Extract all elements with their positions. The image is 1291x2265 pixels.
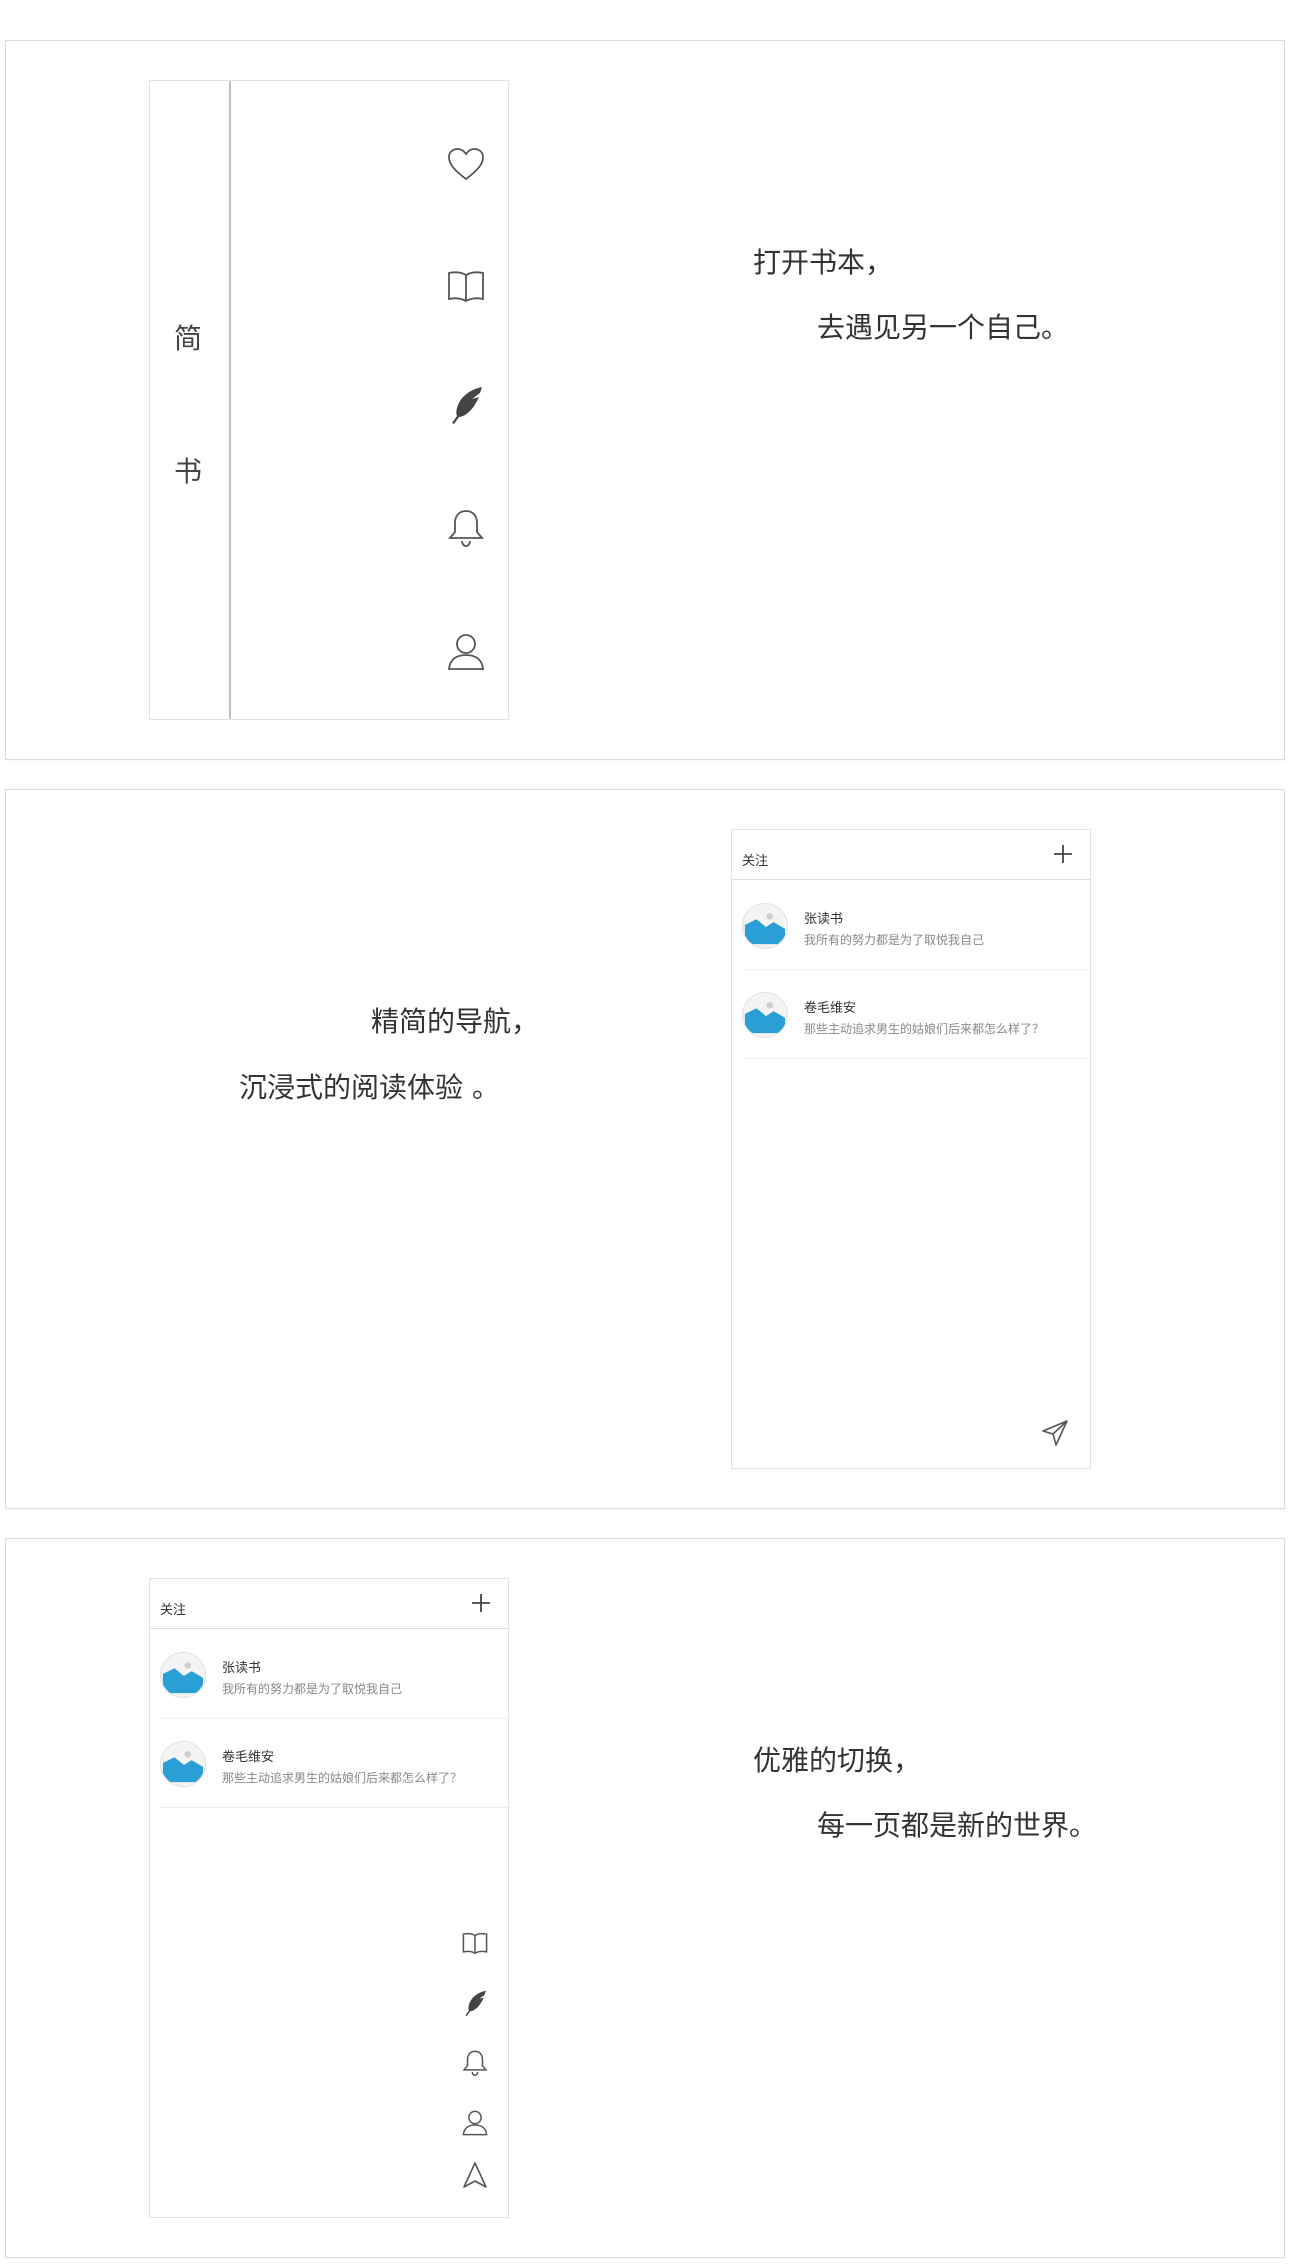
feed-header: 关注 [150,1579,508,1629]
phone-mockup-feed: 关注 张读书 我所有的努力都是为了取悦我自己 卷毛维安 那些主动追求男生的姑娘们… [731,829,1091,1469]
item-excerpt[interactable]: 那些主动追求男生的姑娘们后来都怎么样了？ [222,1769,462,1786]
item-author[interactable]: 张读书 [804,908,843,927]
item-excerpt[interactable]: 我所有的努力都是为了取悦我自己 [804,931,984,948]
item-excerpt[interactable]: 那些主动追求男生的姑娘们后来都怎么样了？ [804,1020,1044,1037]
vertical-title-char: 书 [174,455,203,488]
book-icon[interactable] [444,264,488,308]
feed-title: 关注 [160,1603,187,1618]
list-item[interactable]: 卷毛维安 那些主动追求男生的姑娘们后来都怎么样了？ [742,970,1090,1059]
tagline-line-1: 优雅的切换， [753,1744,922,1777]
bell-icon[interactable] [444,506,488,550]
item-author[interactable]: 卷毛维安 [222,1746,274,1765]
book-icon[interactable] [460,1928,490,1958]
list-item[interactable]: 卷毛维安 那些主动追求男生的姑娘们后来都怎么样了？ [160,1719,508,1808]
list-item[interactable]: 张读书 我所有的努力都是为了取悦我自己 [742,881,1090,970]
switching-panel: 关注 张读书 我所有的努力都是为了取悦我自己 卷毛维安 那些主动追求男生的姑娘们… [5,1538,1285,2258]
avatar[interactable] [742,992,788,1038]
feather-icon[interactable] [460,1988,490,2018]
tagline-line-1: 精简的导航， [371,1005,540,1038]
user-icon[interactable] [460,2108,490,2138]
avatar[interactable] [742,903,788,949]
tagline-line-1: 打开书本， [753,246,894,279]
item-author[interactable]: 卷毛维安 [804,997,856,1016]
sidebar-divider [229,81,231,719]
feed-title: 关注 [742,854,769,869]
intro-panel: 简 书 打开书本， 去遇见另一个自己。 [5,40,1285,760]
avatar[interactable] [160,1741,206,1787]
feed-header: 关注 [732,830,1090,880]
send-icon[interactable] [460,2160,490,2190]
send-icon[interactable] [1040,1418,1070,1448]
list-item[interactable]: 张读书 我所有的努力都是为了取悦我自己 [160,1630,508,1719]
plus-icon[interactable] [1050,841,1076,867]
user-icon[interactable] [444,630,488,674]
phone-mockup-feed-with-nav: 关注 张读书 我所有的努力都是为了取悦我自己 卷毛维安 那些主动追求男生的姑娘们… [149,1578,509,2218]
heart-icon[interactable] [444,143,488,187]
item-excerpt[interactable]: 我所有的努力都是为了取悦我自己 [222,1680,402,1697]
tagline-line-2: 沉浸式的阅读体验 。 [239,1071,500,1104]
feather-icon[interactable] [444,383,488,427]
navigation-panel: 精简的导航， 沉浸式的阅读体验 。 关注 张读书 我所有的努力都是为了取悦我自己… [5,789,1285,1509]
item-author[interactable]: 张读书 [222,1657,261,1676]
vertical-title-char: 简 [174,322,203,355]
bell-icon[interactable] [460,2048,490,2078]
plus-icon[interactable] [468,1590,494,1616]
tagline-line-2: 去遇见另一个自己。 [817,311,1070,344]
tagline-line-2: 每一页都是新的世界。 [817,1809,1098,1842]
phone-mockup-sidebar: 简 书 [149,80,509,720]
avatar[interactable] [160,1652,206,1698]
